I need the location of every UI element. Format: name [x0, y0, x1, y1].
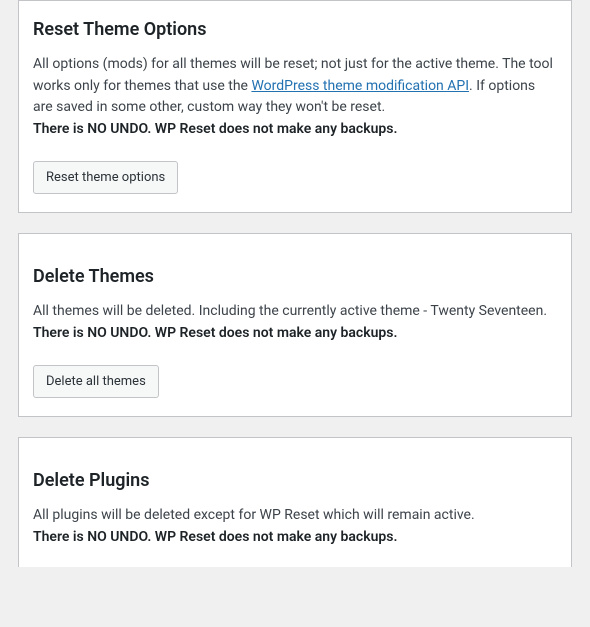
reset-theme-options-warning: There is NO UNDO. WP Reset does not make… — [33, 121, 398, 137]
delete-themes-description: All themes will be deleted. Including th… — [33, 301, 557, 344]
delete-themes-warning: There is NO UNDO. WP Reset does not make… — [33, 325, 398, 341]
delete-plugins-card: Delete Plugins All plugins will be delet… — [18, 437, 572, 566]
delete-themes-card: Delete Themes All themes will be deleted… — [18, 233, 572, 417]
reset-theme-options-button[interactable]: Reset theme options — [33, 161, 178, 195]
delete-themes-desc-text: All themes will be deleted. Including th… — [33, 303, 547, 319]
reset-theme-options-heading: Reset Theme Options — [33, 19, 557, 40]
delete-plugins-warning: There is NO UNDO. WP Reset does not make… — [33, 529, 398, 545]
wp-theme-mod-api-link[interactable]: WordPress theme modification API — [251, 78, 469, 94]
reset-theme-options-card: Reset Theme Options All options (mods) f… — [18, 0, 572, 213]
delete-plugins-description: All plugins will be deleted except for W… — [33, 505, 557, 548]
delete-plugins-desc-text: All plugins will be deleted except for W… — [33, 507, 475, 523]
delete-all-themes-button[interactable]: Delete all themes — [33, 365, 159, 399]
delete-plugins-heading: Delete Plugins — [33, 470, 557, 491]
delete-themes-heading: Delete Themes — [33, 266, 557, 287]
reset-theme-options-description: All options (mods) for all themes will b… — [33, 54, 557, 141]
